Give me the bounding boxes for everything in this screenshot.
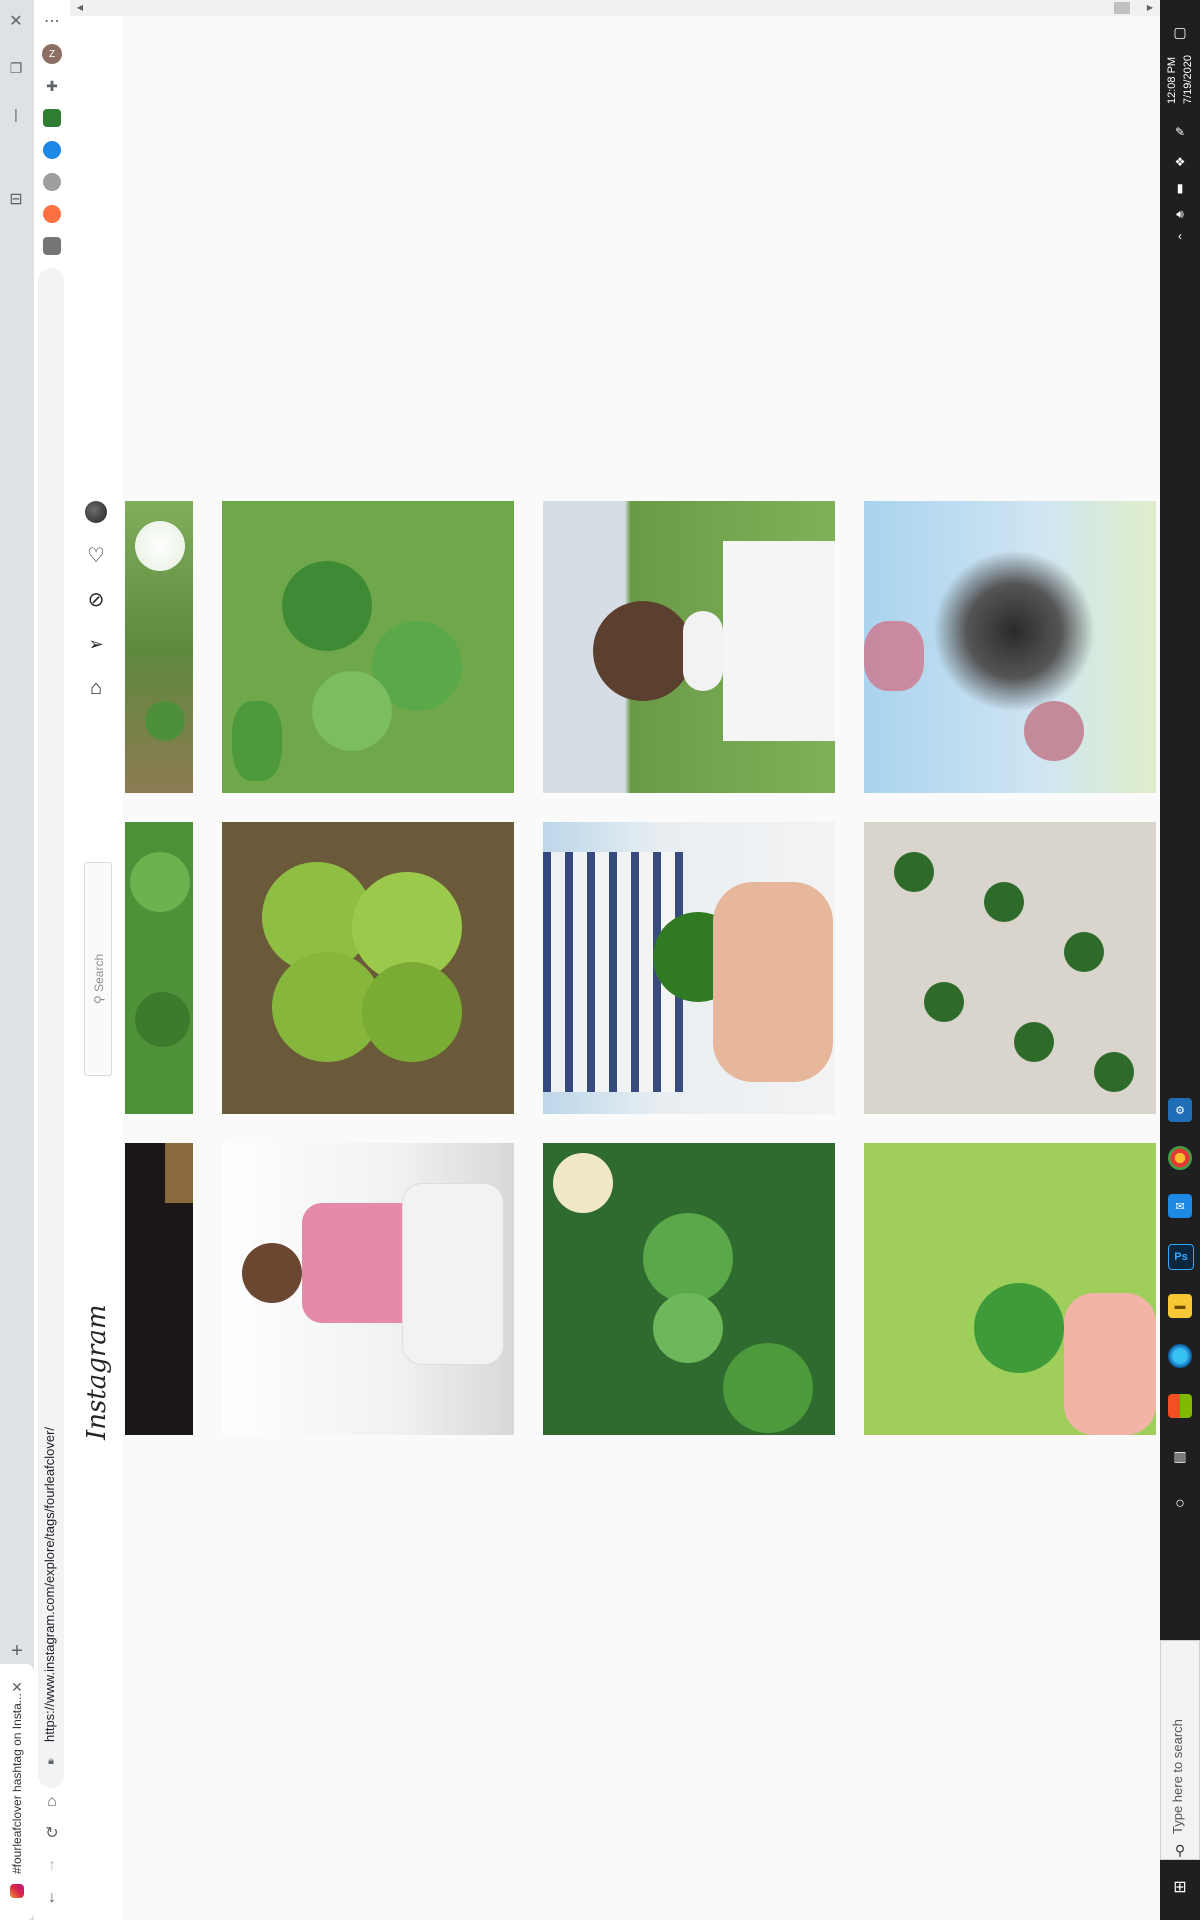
photo-man-sitting[interactable]: [222, 1143, 514, 1435]
photo-clover-grass[interactable]: [543, 1143, 835, 1435]
heart-activity-icon[interactable]: ♡: [84, 544, 108, 568]
photo-dark[interactable]: [125, 1143, 193, 1435]
scroll-left-arrow-icon[interactable]: ◀: [74, 1, 86, 15]
photo-big-clover[interactable]: [222, 822, 514, 1114]
windows-taskbar: [1160, 0, 1200, 1920]
mail-app-icon[interactable]: ✉: [1168, 1194, 1192, 1218]
extension-5-icon[interactable]: [43, 237, 61, 255]
new-tab-icon[interactable]: +: [6, 1640, 28, 1662]
extension-4-icon[interactable]: [43, 205, 61, 223]
browser-tab-strip: [0, 0, 34, 1920]
edge-app-icon[interactable]: [1168, 1344, 1192, 1368]
photo-clovers-on-table[interactable]: [864, 822, 1156, 1114]
extensions-puzzle-icon[interactable]: ✚: [42, 76, 62, 96]
clock-date[interactable]: 7/19/2020: [1182, 55, 1194, 104]
close-tab-icon[interactable]: ✕: [8, 1678, 26, 1696]
direct-message-icon[interactable]: ➢: [84, 632, 108, 656]
reload-icon[interactable]: ↻: [40, 1822, 64, 1846]
extension-2-icon[interactable]: [43, 141, 61, 159]
notifications-icon[interactable]: ▢: [1168, 20, 1192, 44]
explore-compass-icon[interactable]: ⊘: [84, 588, 108, 612]
pen-icon[interactable]: ✎: [1168, 120, 1192, 144]
store-app-icon[interactable]: [1168, 1394, 1192, 1418]
search-placeholder: ⚲ Search: [92, 953, 106, 1004]
scrollbar-thumb[interactable]: [1114, 2, 1130, 14]
profile-avatar[interactable]: Z: [42, 44, 62, 64]
extension-1-icon[interactable]: [43, 109, 61, 127]
search-icon: ⚲: [92, 991, 106, 1004]
window-close-icon[interactable]: ✕: [4, 10, 28, 34]
cortana-icon[interactable]: ○: [1168, 1492, 1192, 1516]
file-explorer-app-icon[interactable]: ▬: [1168, 1294, 1192, 1318]
back-icon[interactable]: ↓: [40, 1886, 64, 1910]
taskbar-search-placeholder: Type here to search: [1170, 1719, 1185, 1834]
home-icon[interactable]: ⌂: [40, 1790, 64, 1814]
instagram-favicon-icon: [8, 1882, 26, 1900]
tab-title[interactable]: #fourleafclover hashtag on Insta...: [10, 1693, 24, 1874]
photo-boy-on-grass[interactable]: [543, 501, 835, 793]
scroll-right-arrow-icon[interactable]: ▶: [1144, 1, 1156, 15]
menu-dots-icon[interactable]: ⋯: [40, 10, 64, 34]
show-hidden-icons-icon[interactable]: ‹: [1168, 224, 1192, 248]
taskbar-search-icon: ⚲: [1174, 1842, 1186, 1858]
volume-icon[interactable]: 🔊︎: [1168, 202, 1192, 226]
tab-search-icon[interactable]: ⊟: [4, 188, 28, 212]
profile-avatar-small[interactable]: [84, 500, 108, 524]
task-view-icon[interactable]: ▥: [1168, 1444, 1192, 1468]
dropbox-icon[interactable]: ❖: [1168, 150, 1192, 174]
photo-anime-drawing[interactable]: [864, 501, 1156, 793]
photo-clover-patch[interactable]: [222, 501, 514, 793]
extension-3-icon[interactable]: [43, 173, 61, 191]
home-feed-icon[interactable]: ⌂: [84, 676, 108, 700]
photo-green-leaves[interactable]: [125, 822, 193, 1114]
photo-clover-flower[interactable]: [125, 501, 193, 793]
url-text[interactable]: https://www.instagram.com/explore/tags/f…: [42, 1427, 57, 1742]
clock-time[interactable]: 12:08 PM: [1166, 57, 1178, 104]
window-minimize-icon[interactable]: |: [4, 102, 28, 126]
photo-hand-clover[interactable]: [543, 822, 835, 1114]
forward-icon[interactable]: ↑: [40, 1854, 64, 1878]
chrome-app-icon[interactable]: [1168, 1146, 1192, 1170]
settings-app-icon[interactable]: ⚙: [1168, 1098, 1192, 1122]
window-restore-icon[interactable]: ❐: [4, 56, 28, 80]
lock-icon[interactable]: 🔒︎: [42, 1752, 60, 1770]
horizontal-scrollbar[interactable]: [70, 0, 1160, 16]
instagram-logo[interactable]: Instagram: [82, 1304, 112, 1440]
battery-icon[interactable]: ▮: [1168, 176, 1192, 200]
photo-fingers-clover[interactable]: [864, 1143, 1156, 1435]
photoshop-app-icon[interactable]: Ps: [1168, 1244, 1194, 1270]
windows-start-icon[interactable]: ⊞: [1168, 1876, 1192, 1900]
